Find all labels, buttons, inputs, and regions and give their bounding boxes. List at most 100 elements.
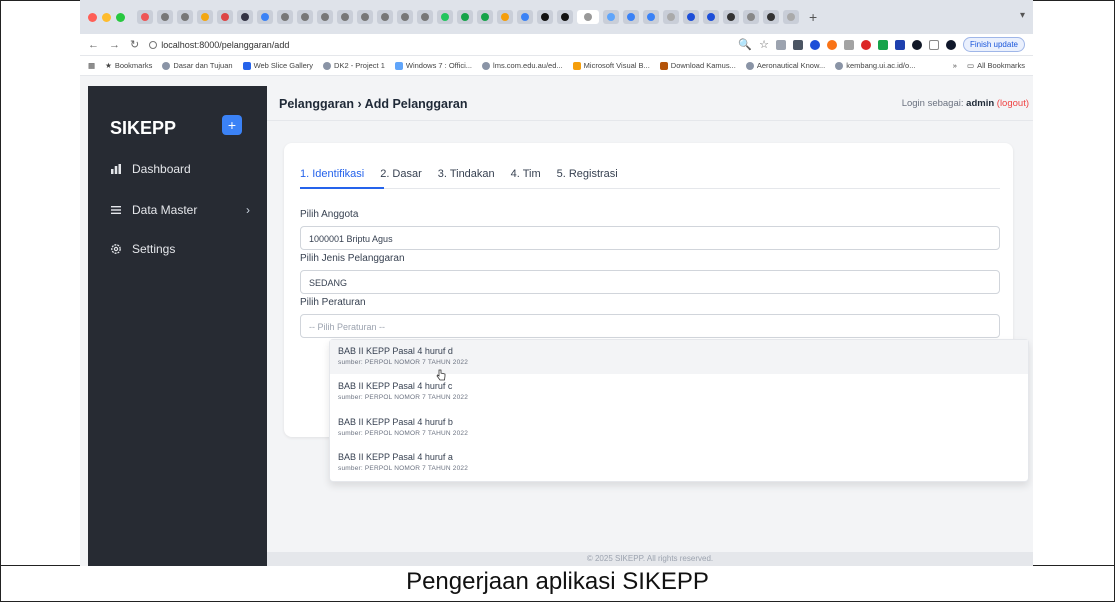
extension-icon[interactable] xyxy=(843,39,854,50)
extension-icon[interactable] xyxy=(775,39,786,50)
option-title: BAB II KEPP Pasal 4 huruf b xyxy=(338,417,453,427)
browser-tab[interactable] xyxy=(497,10,513,24)
back-arrow-icon[interactable]: ← xyxy=(88,39,99,51)
star-icon: ★ xyxy=(105,61,112,70)
browser-tab[interactable] xyxy=(603,10,619,24)
browser-tab[interactable] xyxy=(763,10,779,24)
extensions-puzzle-icon[interactable] xyxy=(928,39,939,50)
browser-tab[interactable] xyxy=(743,10,759,24)
browser-tab[interactable] xyxy=(137,10,153,24)
bookmark-item[interactable]: ★ Bookmarks xyxy=(105,61,152,70)
apps-grid-icon[interactable]: ▦ xyxy=(88,61,95,70)
browser-tab[interactable] xyxy=(157,10,173,24)
option-title: BAB II KEPP Pasal 4 huruf a xyxy=(338,452,453,462)
option-title: BAB II KEPP Pasal 4 huruf d xyxy=(338,346,453,356)
forward-arrow-icon[interactable]: → xyxy=(109,39,120,51)
plus-icon[interactable]: + xyxy=(222,115,242,135)
dropdown-option[interactable]: BAB II KEPP Pasal 4 huruf c sumber: PERP… xyxy=(330,375,1028,409)
more-bookmarks-chevron-icon[interactable]: » xyxy=(953,61,957,70)
menu-icon xyxy=(111,206,121,214)
browser-tab[interactable] xyxy=(197,10,213,24)
extension-icon[interactable] xyxy=(860,39,871,50)
browser-tab[interactable] xyxy=(217,10,233,24)
dropdown-option[interactable]: BAB II KEPP Pasal 4 huruf d sumber: PERP… xyxy=(330,340,1028,374)
browser-tab[interactable] xyxy=(703,10,719,24)
option-source: sumber: PERPOL NOMOR 7 TAHUN 2022 xyxy=(338,430,469,437)
dropdown-option[interactable]: BAB II KEPP Pasal 4 huruf a sumber: PERP… xyxy=(330,446,1028,480)
browser-tab[interactable] xyxy=(663,10,679,24)
browser-tab[interactable] xyxy=(337,10,353,24)
extension-icon[interactable] xyxy=(911,39,922,50)
extension-icon[interactable] xyxy=(826,39,837,50)
browser-tab[interactable] xyxy=(437,10,453,24)
sidebar-item-settings[interactable]: Settings xyxy=(110,242,250,256)
close-window-button[interactable] xyxy=(88,12,97,22)
extension-icon[interactable] xyxy=(877,39,888,50)
bookmark-item[interactable]: Windows 7 : Offici... xyxy=(394,61,472,70)
zoom-window-button[interactable] xyxy=(116,12,125,22)
sidebar-item-data-master[interactable]: Data Master › xyxy=(110,203,250,217)
bookmark-item[interactable]: Web Slice Gallery xyxy=(242,61,313,70)
minimize-window-button[interactable] xyxy=(102,12,111,22)
extension-icon[interactable] xyxy=(792,39,803,50)
jenis-pelanggaran-label: Pilih Jenis Pelanggaran xyxy=(300,253,405,264)
dropdown-option[interactable]: BAB II KEPP Pasal 4 huruf b sumber: PERP… xyxy=(330,411,1028,445)
browser-tab[interactable] xyxy=(177,10,193,24)
bookmark-item[interactable]: DK2 - Project 1 xyxy=(323,61,385,70)
browser-tab[interactable] xyxy=(417,10,433,24)
sidebar-item-dashboard[interactable]: Dashboard xyxy=(110,162,250,176)
extension-icon[interactable] xyxy=(894,39,905,50)
bookmark-item[interactable]: lms.com.edu.au/ed... xyxy=(482,61,563,70)
tab-registrasi[interactable]: 5. Registrasi xyxy=(557,168,618,180)
bookmark-item[interactable]: Aeronautical Know... xyxy=(745,61,825,70)
site-info-icon[interactable] xyxy=(149,40,158,49)
tab-tindakan[interactable]: 3. Tindakan xyxy=(438,168,495,180)
browser-tab[interactable] xyxy=(377,10,393,24)
browser-tab[interactable] xyxy=(257,10,273,24)
browser-tab[interactable] xyxy=(457,10,473,24)
browser-tab[interactable] xyxy=(537,10,553,24)
all-bookmarks-folder[interactable]: ▭ All Bookmarks xyxy=(967,61,1025,70)
browser-tab[interactable] xyxy=(783,10,799,24)
logout-link[interactable]: (logout) xyxy=(997,98,1029,109)
tab-tim[interactable]: 4. Tim xyxy=(511,168,541,180)
browser-tab[interactable] xyxy=(623,10,639,24)
anggota-label: Pilih Anggota xyxy=(300,209,359,220)
new-tab-icon[interactable]: + xyxy=(809,9,817,25)
finish-update-button[interactable]: Finish update xyxy=(962,37,1025,52)
browser-tab[interactable] xyxy=(557,10,573,24)
jenis-pelanggaran-select[interactable]: SEDANG xyxy=(300,270,1000,294)
reload-icon[interactable]: ↻ xyxy=(130,38,139,51)
sidebar-item-label: Dashboard xyxy=(132,162,191,176)
bookmark-item[interactable]: kembang.ui.ac.id/o... xyxy=(835,61,915,70)
peraturan-select[interactable]: -- Pilih Peraturan -- xyxy=(300,314,1000,338)
active-browser-tab[interactable] xyxy=(577,10,599,24)
browser-tab[interactable] xyxy=(517,10,533,24)
browser-tab[interactable] xyxy=(723,10,739,24)
globe-icon xyxy=(482,61,491,70)
extension-icon[interactable] xyxy=(809,39,820,50)
browser-tab[interactable] xyxy=(357,10,373,24)
profile-avatar-icon[interactable] xyxy=(945,39,956,50)
zoom-icon[interactable]: 🔍 xyxy=(738,38,752,51)
bookmark-star-icon[interactable]: ☆ xyxy=(759,38,769,51)
tab-identifikasi[interactable]: 1. Identifikasi xyxy=(300,168,364,180)
tab-dasar[interactable]: 2. Dasar xyxy=(380,168,422,180)
bookmark-item[interactable]: Dasar dan Tujuan xyxy=(162,61,233,70)
browser-tab[interactable] xyxy=(477,10,493,24)
brand-title: SIKEPP xyxy=(110,118,177,138)
bookmark-item[interactable]: Microsoft Visual B... xyxy=(572,61,650,70)
browser-tab[interactable] xyxy=(297,10,313,24)
tab-list-chevron-icon[interactable]: ▾ xyxy=(1020,10,1025,21)
browser-tab[interactable] xyxy=(237,10,253,24)
browser-tab[interactable] xyxy=(643,10,659,24)
bookmark-item[interactable]: Download Kamus... xyxy=(659,61,736,70)
browser-tab[interactable] xyxy=(683,10,699,24)
anggota-select[interactable]: 1000001 Briptu Agus xyxy=(300,226,1000,250)
url-text: localhost:8000/pelanggaran/add xyxy=(161,39,290,50)
window-controls xyxy=(88,12,125,22)
browser-tab[interactable] xyxy=(277,10,293,24)
url-field[interactable]: localhost:8000/pelanggaran/add xyxy=(149,40,289,50)
browser-tab[interactable] xyxy=(397,10,413,24)
browser-tab[interactable] xyxy=(317,10,333,24)
